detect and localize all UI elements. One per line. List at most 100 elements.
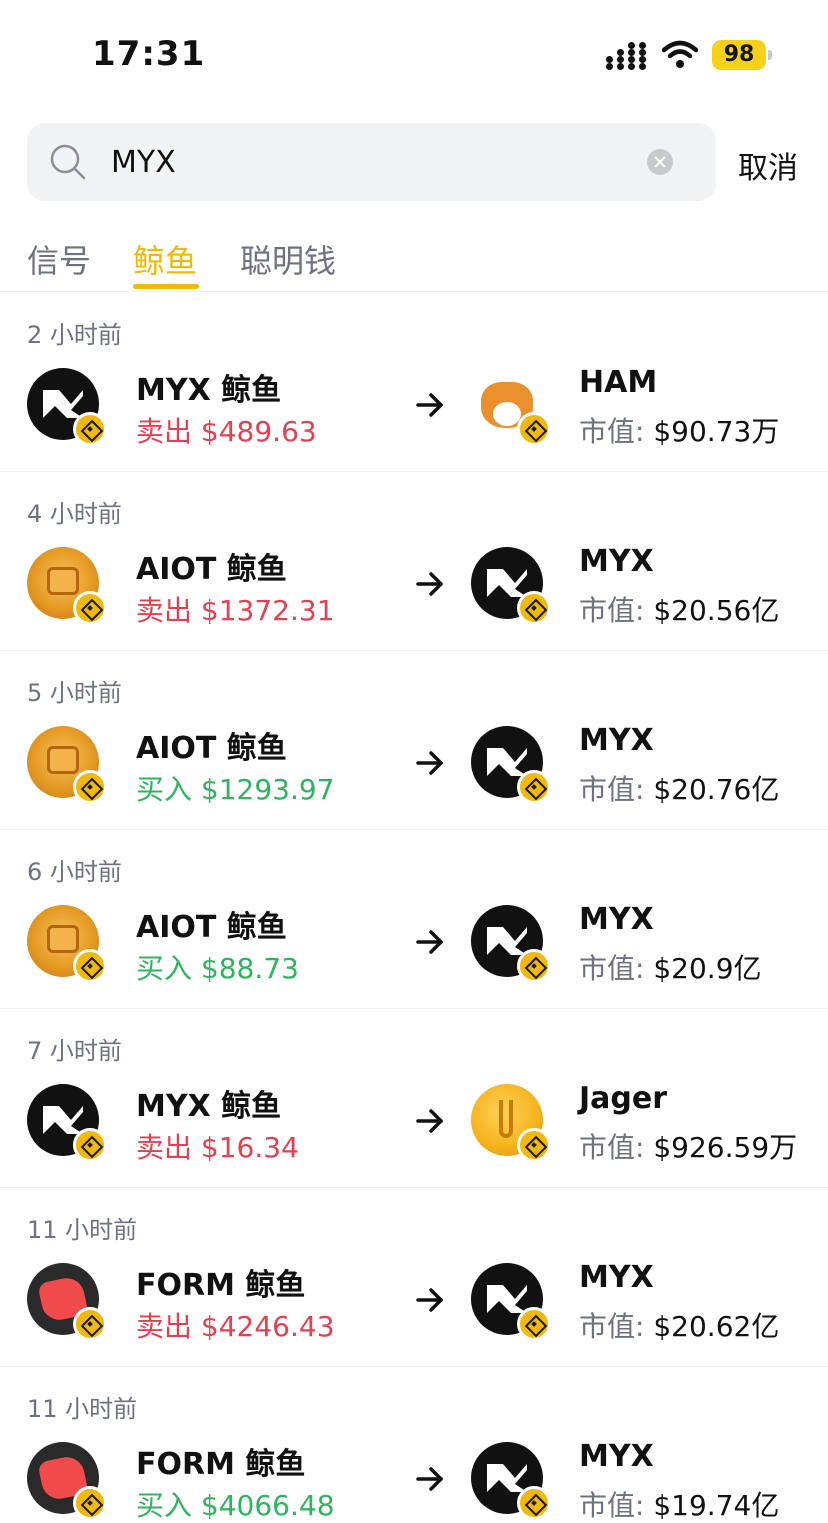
tab-smart-money[interactable]: 聪明钱 [240, 236, 336, 282]
trade-action: 卖出 $1372.31 [136, 589, 335, 629]
token-name[interactable]: MYX [579, 1439, 654, 1474]
status-time: 17:31 [92, 34, 206, 74]
token-name[interactable]: MYX [579, 1260, 654, 1295]
search-input[interactable] [111, 141, 631, 183]
form-token-icon[interactable] [27, 1263, 107, 1341]
source-name[interactable]: FORM 鲸鱼 [136, 1260, 305, 1304]
list-item[interactable]: 6 小时前 AIOT 鲸鱼 买入 $88.73 MYX 市值: $20.9亿 [0, 830, 828, 1009]
bnb-chain-badge-icon [517, 1128, 551, 1162]
tab-active-indicator [133, 284, 199, 289]
action-label: 卖出 [136, 415, 193, 448]
tab-whales[interactable]: 鲸鱼 [133, 236, 197, 282]
market-cap-label: 市值: [579, 594, 645, 627]
whale-feed-list: 2 小时前 MYX 鲸鱼 卖出 $489.63 HAM 市值: $90.73万 4 小时前… [0, 293, 828, 1523]
list-item[interactable]: 11 小时前 FORM 鲸鱼 买入 $4066.48 MYX 市值: $19.74亿 [0, 1367, 828, 1523]
cancel-button[interactable]: 取消 [738, 143, 798, 187]
bnb-chain-badge-icon [73, 1307, 107, 1341]
arrow-right-icon [416, 1109, 443, 1133]
source-name[interactable]: MYX 鲸鱼 [136, 1081, 281, 1125]
trade-action: 卖出 $489.63 [136, 410, 317, 450]
trade-action: 买入 $1293.97 [136, 768, 335, 808]
bnb-chain-badge-icon [73, 412, 107, 446]
bnb-chain-badge-icon [73, 949, 107, 983]
action-amount: $1372.31 [200, 594, 335, 627]
arrow-right-icon [416, 930, 443, 954]
aiot-token-icon[interactable] [27, 547, 107, 625]
item-time: 5 小时前 [27, 679, 122, 707]
trade-action: 卖出 $4246.43 [136, 1305, 335, 1345]
action-amount: $489.63 [200, 415, 317, 448]
list-item[interactable]: 5 小时前 AIOT 鲸鱼 买入 $1293.97 MYX 市值: $20.76亿 [0, 651, 828, 830]
action-label: 卖出 [136, 594, 193, 627]
market-cap-label: 市值: [579, 415, 645, 448]
clear-search-icon[interactable] [647, 149, 673, 175]
market-cap: 市值: $20.76亿 [579, 768, 779, 808]
bnb-chain-badge-icon [517, 949, 551, 983]
market-cap-label: 市值: [579, 952, 645, 985]
myx-token-icon[interactable] [471, 1442, 551, 1520]
action-amount: $88.73 [200, 952, 299, 985]
arrow-right-icon [416, 1467, 443, 1491]
token-name[interactable]: MYX [579, 544, 654, 579]
myx-token-icon[interactable] [471, 547, 551, 625]
bnb-chain-badge-icon [73, 1486, 107, 1520]
myx-token-icon[interactable] [27, 368, 107, 446]
market-cap-label: 市值: [579, 1131, 645, 1164]
market-cap-value: $926.59万 [653, 1131, 798, 1164]
market-cap-value: $19.74亿 [653, 1489, 780, 1522]
arrow-right-icon [416, 393, 443, 417]
trade-action: 买入 $88.73 [136, 947, 299, 987]
market-cap-value: $20.56亿 [653, 594, 780, 627]
action-amount: $4246.43 [200, 1310, 335, 1343]
action-label: 买入 [136, 1489, 193, 1522]
trade-action: 卖出 $16.34 [136, 1126, 299, 1166]
source-name[interactable]: FORM 鲸鱼 [136, 1439, 305, 1483]
item-time: 11 小时前 [27, 1395, 138, 1423]
aiot-token-icon[interactable] [27, 905, 107, 983]
market-cap-label: 市值: [579, 1310, 645, 1343]
source-name[interactable]: AIOT 鲸鱼 [136, 723, 287, 767]
ham-token-icon[interactable] [471, 368, 551, 446]
bnb-chain-badge-icon [73, 1128, 107, 1162]
cellular-signal-icon [606, 40, 648, 70]
myx-token-icon[interactable] [471, 1263, 551, 1341]
list-item[interactable]: 2 小时前 MYX 鲸鱼 卖出 $489.63 HAM 市值: $90.73万 [0, 293, 828, 472]
market-cap-value: $20.62亿 [653, 1310, 780, 1343]
myx-token-icon[interactable] [27, 1084, 107, 1162]
token-name[interactable]: HAM [579, 365, 657, 400]
market-cap-value: $20.9亿 [653, 952, 762, 985]
search-icon [50, 144, 86, 180]
market-cap: 市值: $20.62亿 [579, 1305, 779, 1345]
market-cap-value: $90.73万 [653, 415, 780, 448]
action-amount: $16.34 [200, 1131, 299, 1164]
bnb-chain-badge-icon [73, 770, 107, 804]
market-cap-value: $20.76亿 [653, 773, 780, 806]
item-time: 7 小时前 [27, 1037, 122, 1065]
market-cap-label: 市值: [579, 773, 645, 806]
tab-signals[interactable]: 信号 [27, 236, 91, 282]
search-bar[interactable] [27, 123, 716, 201]
token-name[interactable]: MYX [579, 902, 654, 937]
form-token-icon[interactable] [27, 1442, 107, 1520]
myx-token-icon[interactable] [471, 905, 551, 983]
myx-token-icon[interactable] [471, 726, 551, 804]
action-label: 买入 [136, 952, 193, 985]
bnb-chain-badge-icon [517, 1307, 551, 1341]
source-name[interactable]: MYX 鲸鱼 [136, 365, 281, 409]
token-name[interactable]: MYX [579, 723, 654, 758]
market-cap: 市值: $20.9亿 [579, 947, 762, 987]
list-item[interactable]: 11 小时前 FORM 鲸鱼 卖出 $4246.43 MYX 市值: $20.62亿 [0, 1188, 828, 1367]
bnb-chain-badge-icon [517, 412, 551, 446]
source-name[interactable]: AIOT 鲸鱼 [136, 902, 287, 946]
token-name[interactable]: Jager [579, 1081, 667, 1116]
arrow-right-icon [416, 572, 443, 596]
bnb-chain-badge-icon [517, 1486, 551, 1520]
list-item[interactable]: 4 小时前 AIOT 鲸鱼 卖出 $1372.31 MYX 市值: $20.56亿 [0, 472, 828, 651]
item-time: 2 小时前 [27, 321, 122, 349]
aiot-token-icon[interactable] [27, 726, 107, 804]
battery-level: 98 [712, 40, 766, 70]
action-label: 买入 [136, 773, 193, 806]
jager-token-icon[interactable] [471, 1084, 551, 1162]
source-name[interactable]: AIOT 鲸鱼 [136, 544, 287, 588]
list-item[interactable]: 7 小时前 MYX 鲸鱼 卖出 $16.34 Jager 市值: $926.59万 [0, 1009, 828, 1188]
